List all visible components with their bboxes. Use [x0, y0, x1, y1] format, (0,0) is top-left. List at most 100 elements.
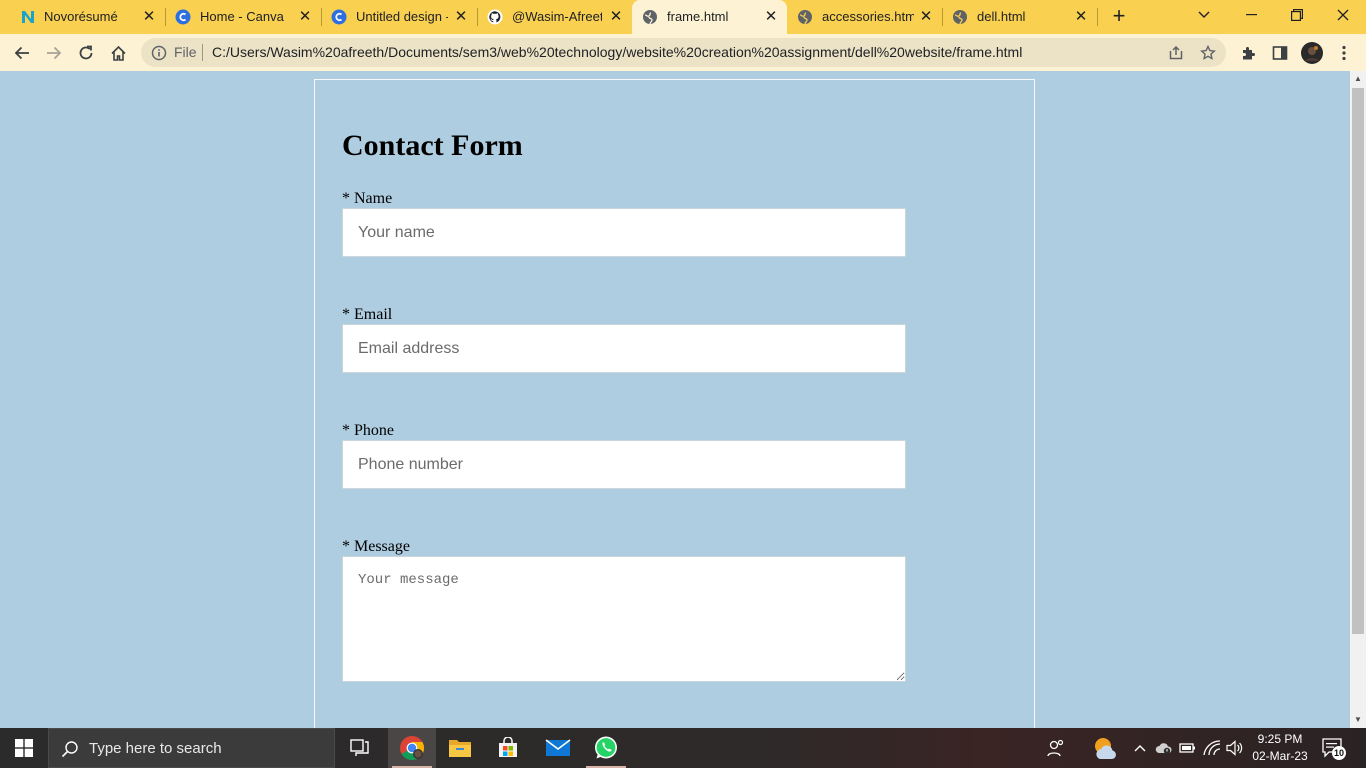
avatar-icon [1301, 42, 1323, 64]
tab-search-button[interactable] [1182, 0, 1226, 30]
globe-icon [642, 9, 658, 25]
close-window-button[interactable] [1320, 0, 1366, 30]
new-tab-button[interactable]: + [1108, 5, 1130, 27]
whatsapp-button[interactable] [582, 728, 630, 768]
cloud-icon [1155, 743, 1172, 755]
home-button[interactable] [106, 41, 130, 65]
share-button[interactable] [1167, 44, 1185, 62]
taskbar-search[interactable]: Type here to search [48, 728, 335, 768]
back-button[interactable] [10, 41, 34, 65]
battery-icon [1179, 743, 1195, 753]
weather-widget[interactable] [1092, 735, 1118, 761]
reload-button[interactable] [74, 41, 98, 65]
reload-icon [79, 45, 93, 60]
profile-avatar[interactable] [1301, 42, 1323, 64]
extensions-button[interactable] [1237, 42, 1259, 64]
tab-dell-html[interactable]: dell.html ✕ [942, 0, 1097, 34]
forward-button[interactable] [42, 41, 66, 65]
email-input[interactable] [342, 324, 906, 373]
close-icon [1337, 9, 1349, 21]
share-icon [1169, 45, 1183, 60]
chrome-taskbar-button[interactable] [388, 728, 436, 768]
whatsapp-icon [595, 736, 617, 759]
onedrive-button[interactable] [1154, 738, 1174, 758]
windows-icon [15, 739, 33, 757]
file-explorer-icon [449, 740, 471, 757]
tab-title: Novorésumé [44, 9, 118, 24]
canva-icon [331, 9, 347, 25]
phone-label: * Phone [342, 422, 394, 439]
tab-accessories-html[interactable]: accessories.html ✕ [787, 0, 942, 34]
vertical-scrollbar[interactable]: ▲ ▼ [1350, 71, 1366, 728]
notification-count-badge: 10 [1332, 746, 1346, 760]
message-textarea[interactable] [342, 556, 906, 682]
novoresume-icon [20, 9, 36, 25]
tab-close-icon[interactable]: ✕ [297, 9, 313, 25]
tab-close-icon[interactable]: ✕ [918, 9, 934, 25]
tab-github[interactable]: @Wasim-Afreeth ✕ [477, 0, 632, 34]
tab-home-canva[interactable]: Home - Canva ✕ [166, 0, 321, 34]
phone-input[interactable] [342, 440, 906, 489]
scheme-label: File [174, 44, 197, 60]
tab-close-icon[interactable]: ✕ [1073, 9, 1089, 25]
battery-button[interactable] [1178, 738, 1198, 758]
tab-close-icon[interactable]: ✕ [141, 9, 157, 25]
microsoft-store-button[interactable] [484, 728, 532, 768]
tab-frame-html[interactable]: frame.html ✕ [632, 0, 787, 34]
volume-button[interactable] [1225, 738, 1245, 758]
restore-button[interactable] [1274, 0, 1320, 30]
tab-separator [1097, 8, 1098, 26]
speaker-icon [1226, 740, 1243, 756]
globe-icon [952, 9, 968, 25]
tab-close-icon[interactable]: ✕ [453, 9, 469, 25]
notification-center-button[interactable]: 10 [1322, 738, 1346, 760]
name-input[interactable] [342, 208, 906, 257]
tab-untitled-design[interactable]: Untitled design - ✕ [321, 0, 477, 34]
scrollbar-thumb[interactable] [1352, 88, 1364, 634]
home-icon [110, 45, 126, 61]
task-view-button[interactable] [336, 728, 384, 768]
clock[interactable]: 9:25 PM 02-Mar-23 [1244, 731, 1316, 765]
back-arrow-icon [14, 46, 29, 60]
restore-icon [1291, 9, 1303, 21]
chevron-down-icon [1198, 11, 1210, 18]
github-icon [487, 9, 503, 25]
show-hidden-icons-button[interactable] [1130, 738, 1150, 758]
side-panel-icon [1272, 46, 1288, 60]
name-label: * Name [342, 190, 393, 207]
bookmark-button[interactable] [1199, 44, 1217, 62]
clock-time: 9:25 PM [1257, 732, 1303, 746]
weather-icon [1095, 738, 1116, 759]
file-explorer-button[interactable] [436, 728, 484, 768]
start-button[interactable] [0, 728, 48, 768]
tab-title: frame.html [667, 9, 729, 24]
more-vertical-icon [1342, 45, 1346, 61]
chrome-menu-button[interactable] [1333, 42, 1355, 64]
side-panel-button[interactable] [1269, 42, 1291, 64]
form-title: Contact Form [342, 129, 523, 162]
wifi-button[interactable] [1202, 738, 1222, 758]
minimize-button[interactable] [1228, 0, 1274, 30]
tab-title: Home - Canva [200, 9, 284, 24]
people-button[interactable] [1046, 738, 1066, 758]
scroll-down-arrow-icon[interactable]: ▼ [1350, 712, 1366, 728]
forward-arrow-icon [47, 46, 62, 60]
address-bar[interactable]: File C:/Users/Wasim%20afreeth/Documents/… [141, 38, 1226, 67]
mail-button[interactable] [534, 728, 582, 768]
chevron-up-icon [1134, 745, 1146, 752]
globe-icon [797, 9, 813, 25]
chrome-icon [400, 736, 425, 760]
people-icon [1047, 739, 1064, 757]
omnibox-divider [202, 44, 203, 61]
tab-title: @Wasim-Afreeth [512, 9, 602, 24]
tab-novoresume[interactable]: Novorésumé ✕ [0, 0, 166, 34]
info-icon[interactable] [151, 45, 167, 61]
tab-title: dell.html [977, 9, 1026, 24]
tab-close-icon[interactable]: ✕ [763, 9, 779, 25]
email-label: * Email [342, 306, 393, 323]
clock-date: 02-Mar-23 [1252, 749, 1308, 763]
tab-close-icon[interactable]: ✕ [608, 9, 624, 25]
canva-icon [175, 9, 191, 25]
scroll-up-arrow-icon[interactable]: ▲ [1350, 71, 1366, 87]
url-text[interactable]: C:/Users/Wasim%20afreeth/Documents/sem3/… [212, 44, 1022, 61]
